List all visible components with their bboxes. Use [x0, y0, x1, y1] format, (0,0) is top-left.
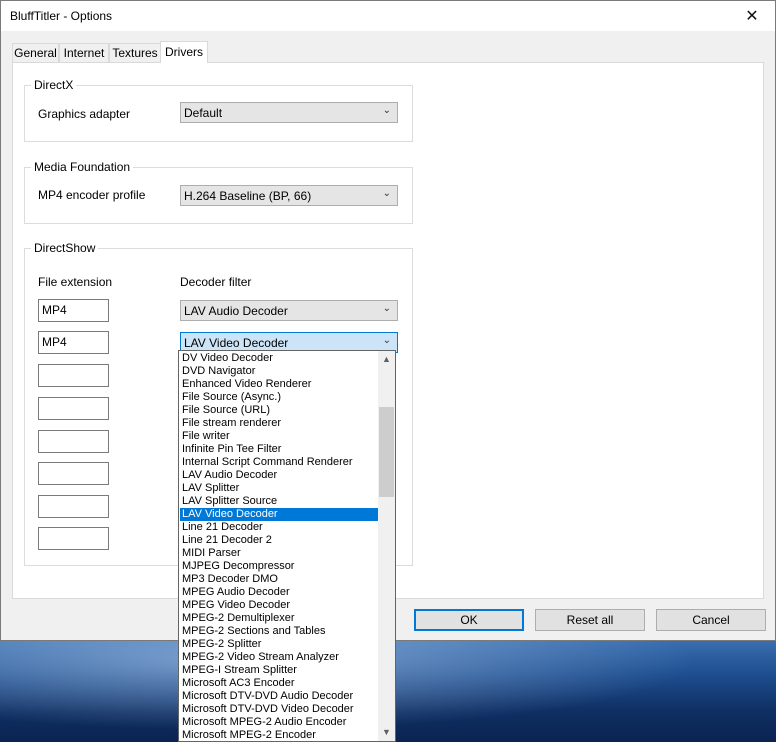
arrow-up-icon[interactable]: ▲: [378, 351, 395, 368]
close-icon[interactable]: ✕: [729, 1, 775, 31]
dropdown-option[interactable]: MJPEG Decompressor: [180, 560, 379, 573]
extension-field-2[interactable]: MP4: [38, 331, 109, 354]
title-bar: BluffTitler - Options ✕: [1, 1, 775, 31]
directx-group: DirectX Graphics adapter Default ⌄: [24, 78, 413, 142]
scrollbar-thumb[interactable]: [379, 407, 394, 497]
chevron-down-icon: ⌄: [382, 303, 391, 314]
graphics-adapter-select[interactable]: Default ⌄: [180, 102, 398, 123]
dropdown-option[interactable]: MPEG-2 Sections and Tables: [180, 625, 379, 638]
dropdown-option[interactable]: LAV Splitter Source: [180, 495, 379, 508]
dropdown-option[interactable]: MPEG-I Stream Splitter: [180, 664, 379, 677]
directx-legend: DirectX: [31, 78, 77, 92]
dropdown-option[interactable]: DVD Navigator: [180, 365, 379, 378]
tab-drivers[interactable]: Drivers: [160, 41, 208, 63]
dropdown-option[interactable]: Internal Script Command Renderer: [180, 456, 379, 469]
dropdown-option[interactable]: MP3 Decoder DMO: [180, 573, 379, 586]
directshow-legend: DirectShow: [31, 241, 99, 255]
dropdown-option[interactable]: LAV Splitter: [180, 482, 379, 495]
tab-textures[interactable]: Textures: [109, 43, 161, 62]
tab-internet[interactable]: Internet: [59, 43, 109, 62]
mp4-profile-label: MP4 encoder profile: [38, 188, 146, 202]
dropdown-option[interactable]: Microsoft MPEG-2 Audio Encoder: [180, 716, 379, 729]
dropdown-option[interactable]: Line 21 Decoder: [180, 521, 379, 534]
extension-field-7[interactable]: [38, 495, 109, 518]
decoder-filter-header: Decoder filter: [180, 275, 252, 289]
dropdown-option[interactable]: Infinite Pin Tee Filter: [180, 443, 379, 456]
dropdown-scrollbar[interactable]: ▲ ▼: [378, 351, 395, 741]
extension-field-6[interactable]: [38, 462, 109, 485]
tab-general[interactable]: General: [12, 43, 59, 62]
chevron-down-icon: ⌄: [382, 105, 391, 116]
extension-field-8[interactable]: [38, 527, 109, 550]
dropdown-option[interactable]: Microsoft DTV-DVD Video Decoder: [180, 703, 379, 716]
dropdown-option[interactable]: MPEG-2 Demultiplexer: [180, 612, 379, 625]
decoder-dropdown-list: DV Video Decoder DVD Navigator Enhanced Vi…: [178, 350, 396, 742]
dropdown-option[interactable]: MPEG-2 Splitter: [180, 638, 379, 651]
cancel-button[interactable]: Cancel: [656, 609, 766, 631]
dropdown-option[interactable]: MPEG-2 Video Stream Analyzer: [180, 651, 379, 664]
dropdown-option[interactable]: MIDI Parser: [180, 547, 379, 560]
extension-field-4[interactable]: [38, 397, 109, 420]
reset-all-button[interactable]: Reset all: [535, 609, 645, 631]
extension-field-3[interactable]: [38, 364, 109, 387]
dropdown-option[interactable]: DV Video Decoder: [180, 352, 379, 365]
dropdown-option[interactable]: File writer: [180, 430, 379, 443]
dropdown-items: DV Video Decoder DVD Navigator Enhanced Vi…: [180, 352, 379, 741]
dropdown-option[interactable]: Microsoft MPEG-2 Encoder: [180, 729, 379, 741]
graphics-adapter-label: Graphics adapter: [38, 107, 131, 121]
chevron-down-icon: ⌄: [382, 188, 391, 199]
window-title: BluffTitler - Options: [10, 9, 113, 23]
chevron-down-icon: ⌄: [382, 335, 391, 346]
mp4-profile-select[interactable]: H.264 Baseline (BP, 66) ⌄: [180, 185, 398, 206]
dropdown-option[interactable]: Enhanced Video Renderer: [180, 378, 379, 391]
dropdown-option[interactable]: Microsoft AC3 Encoder: [180, 677, 379, 690]
arrow-down-icon[interactable]: ▼: [378, 724, 395, 741]
media-foundation-legend: Media Foundation: [31, 160, 134, 174]
decoder-select-1[interactable]: LAV Audio Decoder ⌄: [180, 300, 398, 321]
extension-field-5[interactable]: [38, 430, 109, 453]
dropdown-option[interactable]: LAV Video Decoder: [180, 508, 379, 521]
ok-button[interactable]: OK: [414, 609, 524, 631]
extension-field-1[interactable]: MP4: [38, 299, 109, 322]
media-foundation-group: Media Foundation MP4 encoder profile H.2…: [24, 160, 413, 224]
dropdown-option[interactable]: Microsoft DTV-DVD Audio Decoder: [180, 690, 379, 703]
dropdown-option[interactable]: MPEG Video Decoder: [180, 599, 379, 612]
dropdown-option[interactable]: LAV Audio Decoder: [180, 469, 379, 482]
file-extension-header: File extension: [38, 275, 113, 289]
dropdown-option[interactable]: File stream renderer: [180, 417, 379, 430]
dropdown-option[interactable]: File Source (URL): [180, 404, 379, 417]
dropdown-option[interactable]: File Source (Async.): [180, 391, 379, 404]
dropdown-option[interactable]: Line 21 Decoder 2: [180, 534, 379, 547]
dropdown-option[interactable]: MPEG Audio Decoder: [180, 586, 379, 599]
